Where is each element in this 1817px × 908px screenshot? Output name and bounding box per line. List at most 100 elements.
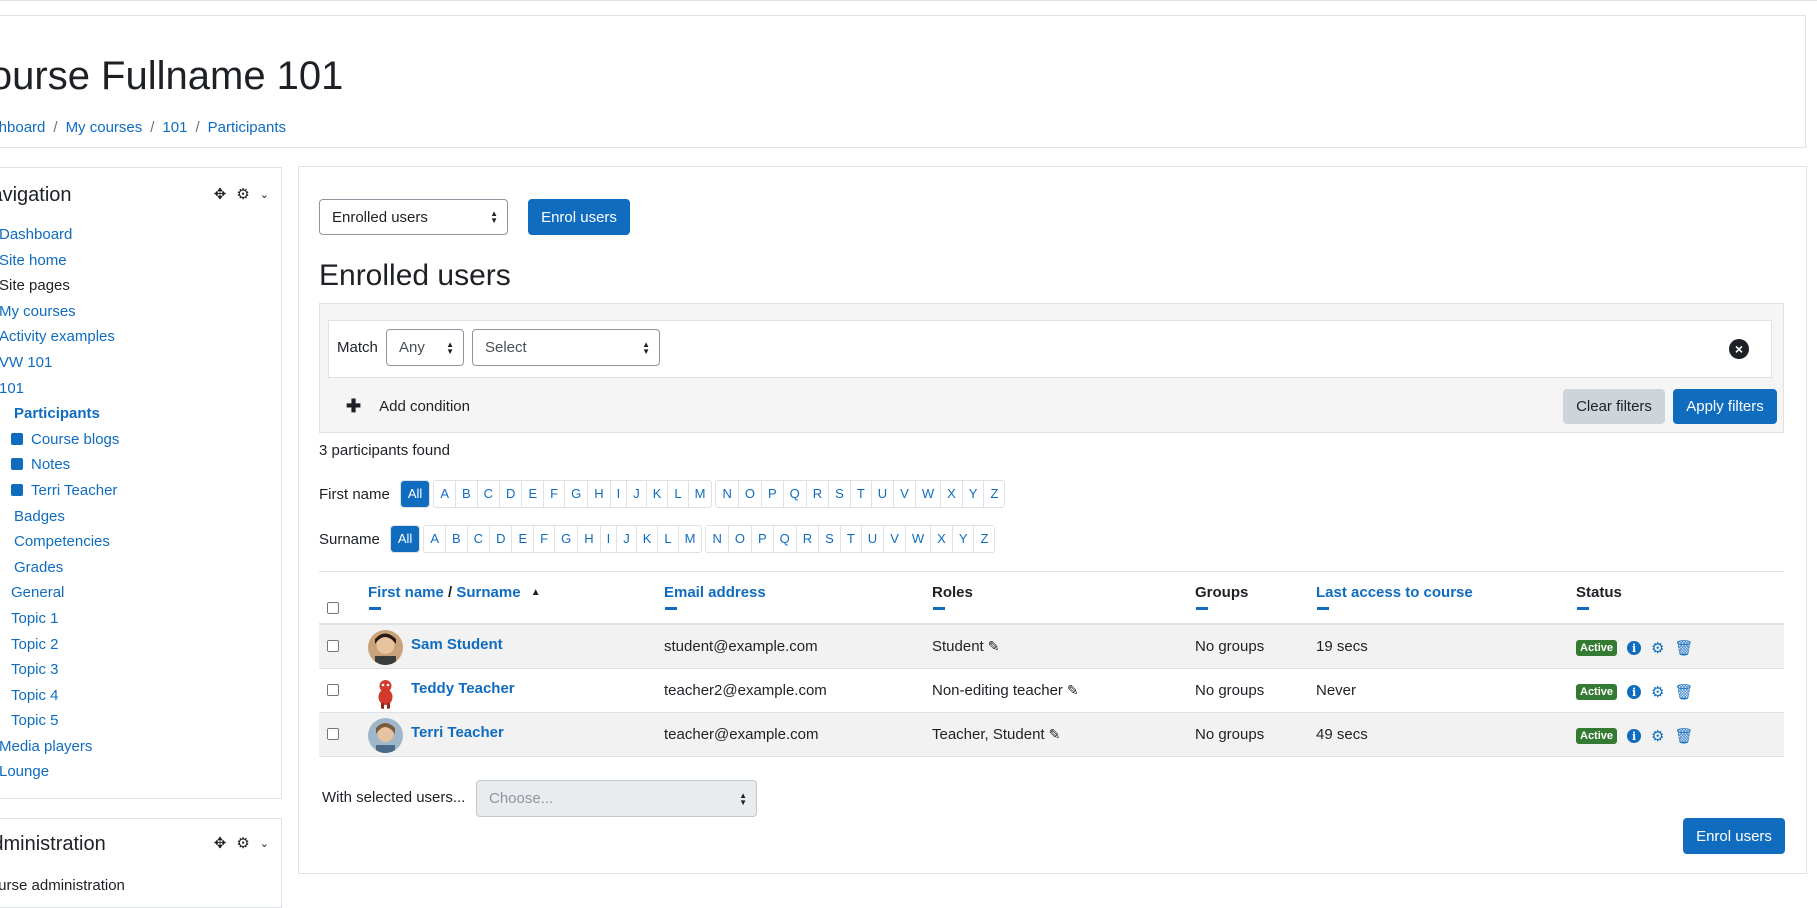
info-icon[interactable]: i	[1627, 641, 1642, 655]
nav-item[interactable]: Topic 1	[0, 606, 279, 632]
first-name-letter[interactable]: Q	[784, 481, 807, 507]
nav-item[interactable]: Participants	[0, 401, 279, 427]
surname-letter[interactable]: Y	[953, 526, 975, 552]
first-name-letter-all[interactable]: All	[400, 481, 430, 507]
row-checkbox[interactable]	[327, 728, 339, 740]
nav-item[interactable]: Terri Teacher	[0, 478, 279, 504]
nav-item[interactable]: VW 101	[0, 350, 279, 376]
surname-letter[interactable]: M	[679, 526, 702, 552]
first-name-letter[interactable]: T	[851, 481, 872, 507]
first-name-letter[interactable]: B	[456, 481, 478, 507]
row-checkbox[interactable]	[327, 684, 339, 696]
pencil-icon[interactable]: ✎	[1049, 726, 1061, 742]
surname-letter[interactable]: H	[578, 526, 601, 552]
nav-item[interactable]: Topic 5	[0, 708, 279, 734]
nav-item[interactable]: Dashboard	[0, 222, 279, 248]
nav-item[interactable]: Site home	[0, 248, 279, 274]
first-name-letter[interactable]: Z	[984, 481, 1004, 507]
sort-surname-link[interactable]: Surname	[456, 584, 520, 601]
surname-letter[interactable]: A	[424, 526, 446, 552]
surname-letter[interactable]: G	[555, 526, 579, 552]
nav-item[interactable]: 101	[0, 376, 279, 402]
surname-letter[interactable]: R	[797, 526, 820, 552]
trash-icon[interactable]: 🗑	[1674, 639, 1693, 657]
sort-last-access-link[interactable]: Last access to course	[1316, 584, 1473, 601]
collapse-email-icon[interactable]	[665, 607, 677, 610]
chevron-down-icon[interactable]: ⌄	[260, 837, 269, 850]
with-selected-select[interactable]: Choose... ▲ ▼	[476, 780, 757, 817]
nav-item[interactable]: Competencies	[0, 529, 279, 555]
select-all-checkbox[interactable]	[327, 602, 339, 614]
gear-icon[interactable]: ⚙	[236, 834, 249, 852]
surname-letter[interactable]: W	[906, 526, 932, 552]
surname-letter[interactable]: Q	[774, 526, 797, 552]
surname-letter[interactable]: S	[819, 526, 841, 552]
collapse-status-icon[interactable]	[1577, 607, 1589, 610]
enrol-users-button[interactable]: Enrol users	[528, 199, 630, 235]
user-name-link[interactable]: Terri Teacher	[411, 724, 504, 741]
surname-letter[interactable]: T	[841, 526, 862, 552]
first-name-letter[interactable]: E	[522, 481, 545, 507]
breadcrumb-course[interactable]: 101	[162, 119, 187, 136]
gear-icon[interactable]: ⚙	[1651, 727, 1664, 745]
surname-letter[interactable]: N	[706, 526, 729, 552]
info-icon[interactable]: i	[1627, 685, 1642, 699]
first-name-letter[interactable]: X	[941, 481, 963, 507]
nav-item[interactable]: Course blogs	[0, 427, 279, 453]
enrol-users-bottom-button[interactable]: Enrol users	[1683, 818, 1785, 854]
first-name-letter[interactable]: O	[739, 481, 762, 507]
first-name-letter[interactable]: A	[434, 481, 456, 507]
remove-filter-row-icon[interactable]: ×	[1729, 339, 1749, 359]
user-name-link[interactable]: Teddy Teacher	[411, 680, 515, 697]
nav-item[interactable]: My courses	[0, 299, 279, 325]
first-name-letter[interactable]: V	[894, 481, 916, 507]
surname-letter-all[interactable]: All	[390, 526, 420, 552]
surname-letter[interactable]: P	[752, 526, 774, 552]
view-select[interactable]: Enrolled users ▲ ▼	[319, 199, 508, 235]
nav-item[interactable]: Notes	[0, 452, 279, 478]
row-checkbox[interactable]	[327, 640, 339, 652]
surname-letter[interactable]: L	[658, 526, 679, 552]
collapse-name-icon[interactable]	[369, 607, 381, 610]
gear-icon[interactable]: ⚙	[236, 185, 249, 203]
surname-letter[interactable]: X	[931, 526, 953, 552]
course-administration-item[interactable]: Course administration	[0, 877, 125, 894]
first-name-letter[interactable]: I	[611, 481, 628, 507]
move-icon[interactable]: ✥	[214, 185, 227, 203]
nav-item[interactable]: Badges	[0, 504, 279, 530]
first-name-letter[interactable]: P	[762, 481, 784, 507]
surname-letter[interactable]: I	[601, 526, 618, 552]
surname-letter[interactable]: Z	[974, 526, 994, 552]
first-name-letter[interactable]: U	[872, 481, 895, 507]
pencil-icon[interactable]: ✎	[988, 638, 1000, 654]
sort-first-name-link[interactable]: First name	[368, 584, 444, 601]
nav-item[interactable]: Topic 4	[0, 683, 279, 709]
surname-letter[interactable]: U	[862, 526, 885, 552]
nav-item[interactable]: Topic 2	[0, 632, 279, 658]
surname-letter[interactable]: V	[884, 526, 906, 552]
clear-filters-button[interactable]: Clear filters	[1563, 389, 1665, 424]
surname-letter[interactable]: E	[512, 526, 535, 552]
condition-select[interactable]: Select ▲ ▼	[472, 329, 660, 366]
move-icon[interactable]: ✥	[214, 834, 227, 852]
first-name-letter[interactable]: K	[647, 481, 669, 507]
first-name-letter[interactable]: F	[544, 481, 566, 507]
nav-item[interactable]: Media players	[0, 734, 279, 760]
trash-icon[interactable]: 🗑	[1674, 727, 1693, 745]
first-name-letter[interactable]: W	[916, 481, 942, 507]
surname-letter[interactable]: F	[534, 526, 556, 552]
collapse-groups-icon[interactable]	[1196, 607, 1208, 610]
info-icon[interactable]: i	[1627, 729, 1642, 743]
user-name-link[interactable]: Sam Student	[411, 636, 503, 653]
first-name-letter[interactable]: J	[627, 481, 647, 507]
first-name-letter[interactable]: S	[829, 481, 851, 507]
surname-letter[interactable]: O	[729, 526, 752, 552]
pencil-icon[interactable]: ✎	[1067, 682, 1079, 698]
surname-letter[interactable]: B	[446, 526, 468, 552]
first-name-letter[interactable]: G	[565, 481, 589, 507]
first-name-letter[interactable]: C	[478, 481, 501, 507]
apply-filters-button[interactable]: Apply filters	[1673, 389, 1777, 424]
first-name-letter[interactable]: N	[716, 481, 739, 507]
breadcrumb-my-courses[interactable]: My courses	[66, 119, 143, 136]
first-name-letter[interactable]: R	[807, 481, 830, 507]
